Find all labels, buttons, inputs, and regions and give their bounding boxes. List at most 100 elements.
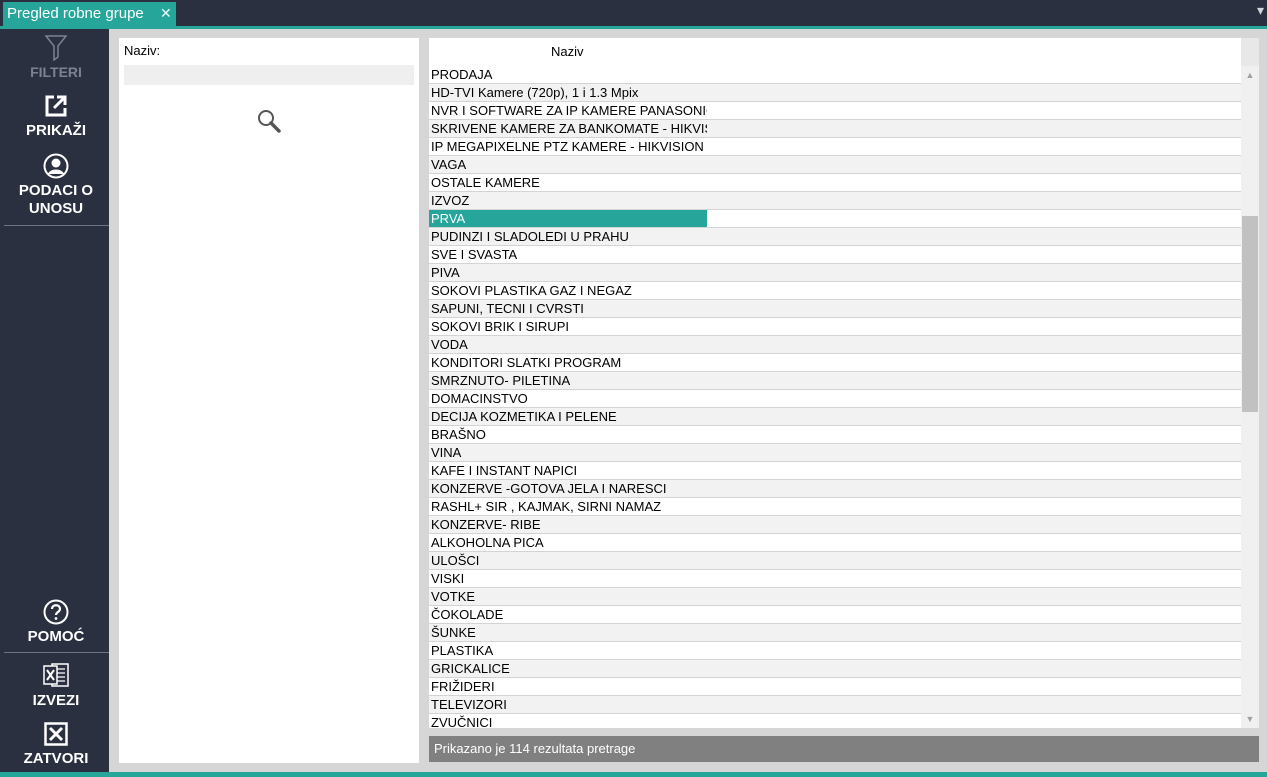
list-item-label: IZVOZ — [431, 193, 470, 208]
filter-icon — [45, 35, 67, 61]
list-item-label: VAGA — [431, 157, 467, 172]
podaci-o-unosu-button[interactable]: PODACI O UNOSU — [3, 153, 109, 218]
list-item[interactable]: PIVA — [429, 264, 1241, 282]
list-item[interactable]: SAPUNI, TECNI I CVRSTI — [429, 300, 1241, 318]
list-item[interactable]: KAFE I INSTANT NAPICI — [429, 462, 1241, 480]
list-item-label: SOKOVI PLASTIKA GAZ I NEGAZ — [431, 283, 632, 298]
izvezi-button[interactable]: IZVEZI — [3, 663, 109, 709]
sidebar-divider-2 — [4, 652, 109, 653]
pomoc-label: POMOĆ — [27, 628, 85, 645]
list-item-label: PUDINZI I SLADOLEDI U PRAHU — [431, 229, 629, 244]
title-bar: Pregled robne grupe ✕ ▾ — [0, 0, 1267, 27]
filteri-button[interactable]: FILTERI — [3, 35, 109, 80]
list-item[interactable]: DOMACINSTVO — [429, 390, 1241, 408]
list-item[interactable]: RASHL+ SIR , KAJMAK, SIRNI NAMAZ — [429, 498, 1241, 516]
list-item-label: KAFE I INSTANT NAPICI — [431, 463, 578, 478]
list-item[interactable]: HD-TVI Kamere (720p), 1 i 1.3 Mpix — [429, 84, 1241, 102]
list-item[interactable]: SMRZNUTO- PILETINA — [429, 372, 1241, 390]
list-item-label: OSTALE KAMERE — [431, 175, 540, 190]
sidebar: FILTERI PRIKAŽI PODACI O UNOSU POMOĆ IZV… — [0, 29, 109, 772]
list-item-label: KONZERVE- RIBE — [431, 517, 541, 532]
list-item-label: BRAŠNO — [431, 427, 486, 442]
zatvori-button[interactable]: ZATVORI — [3, 722, 109, 767]
list-item-label: ŠUNKE — [431, 625, 476, 640]
header-gutter — [1241, 38, 1259, 66]
list-item-label: ZVUČNICI — [431, 715, 493, 728]
list-item-label: VOTKE — [431, 589, 476, 604]
list-item[interactable]: KONDITORI SLATKI PROGRAM — [429, 354, 1241, 372]
scroll-up-icon[interactable]: ▲ — [1241, 68, 1259, 82]
list-item[interactable]: NVR I SOFTWARE ZA IP KAMERE PANASONIC — [429, 102, 1241, 120]
list-item[interactable]: FRIŽIDERI — [429, 678, 1241, 696]
izvezi-label: IZVEZI — [32, 692, 80, 709]
user-icon — [43, 153, 69, 179]
open-external-icon — [45, 95, 67, 117]
list-item[interactable]: IP MEGAPIXELNE PTZ KAMERE - HIKVISION — [429, 138, 1241, 156]
list-item[interactable]: BRAŠNO — [429, 426, 1241, 444]
list-item[interactable]: PRODAJA — [429, 66, 1241, 84]
list-item[interactable]: IZVOZ — [429, 192, 1241, 210]
list-item[interactable]: TELEVIZORI — [429, 696, 1241, 714]
window-menu-icon[interactable]: ▾ — [1257, 2, 1264, 19]
vertical-scrollbar[interactable]: ▲ ▼ — [1241, 66, 1259, 728]
list-item[interactable]: ULOŠCI — [429, 552, 1241, 570]
naziv-filter-input[interactable] — [124, 65, 414, 85]
list-item[interactable]: SOKOVI PLASTIKA GAZ I NEGAZ — [429, 282, 1241, 300]
list-item[interactable]: VOTKE — [429, 588, 1241, 606]
tab-close-icon[interactable]: ✕ — [160, 5, 172, 22]
list-item[interactable]: KONZERVE- RIBE — [429, 516, 1241, 534]
list-item-label: SAPUNI, TECNI I CVRSTI — [431, 301, 584, 316]
list-item[interactable]: KONZERVE -GOTOVA JELA I NARESCI — [429, 480, 1241, 498]
list-item[interactable]: GRICKALICE — [429, 660, 1241, 678]
list-item[interactable]: ZVUČNICI — [429, 714, 1241, 728]
list-item[interactable]: PRVA — [429, 210, 1241, 228]
excel-icon — [43, 663, 69, 687]
list-item-label: IP MEGAPIXELNE PTZ KAMERE - HIKVISION — [431, 139, 704, 154]
list-item-label: VISKI — [431, 571, 465, 586]
naziv-filter-label: Naziv: — [124, 43, 161, 58]
status-bar: Prikazano je 114 rezultata pretrage — [429, 736, 1259, 762]
search-button[interactable] — [256, 108, 282, 134]
prikazi-button[interactable]: PRIKAŽI — [3, 95, 109, 139]
list-item-label: VODA — [431, 337, 468, 352]
list-item-label: DECIJA KOZMETIKA I PELENE — [431, 409, 617, 424]
scroll-thumb[interactable] — [1242, 216, 1258, 412]
column-header-naziv[interactable]: Naziv — [429, 38, 1241, 66]
list-item-label: SOKOVI BRIK I SIRUPI — [431, 319, 569, 334]
list-item-label: ULOŠCI — [431, 553, 480, 568]
list-item-label: GRICKALICE — [431, 661, 510, 676]
scroll-down-icon[interactable]: ▼ — [1241, 712, 1259, 726]
filteri-label: FILTERI — [30, 64, 82, 80]
podaci-label: PODACI O UNOSU — [18, 182, 94, 217]
list-item[interactable]: PLASTIKA — [429, 642, 1241, 660]
list-item[interactable]: VODA — [429, 336, 1241, 354]
list-item[interactable]: PUDINZI I SLADOLEDI U PRAHU — [429, 228, 1241, 246]
filter-panel: Naziv: — [119, 38, 419, 763]
tab-pregled-robne-grupe[interactable]: Pregled robne grupe ✕ — [3, 2, 176, 26]
rows-container: PRODAJA HD-TVI Kamere (720p), 1 i 1.3 Mpi… — [429, 66, 1241, 728]
list-item[interactable]: DECIJA KOZMETIKA I PELENE — [429, 408, 1241, 426]
list-item[interactable]: SKRIVENE KAMERE ZA BANKOMATE - HIKVISION — [429, 120, 1241, 138]
zatvori-label: ZATVORI — [23, 750, 89, 767]
list-item[interactable]: SOKOVI BRIK I SIRUPI — [429, 318, 1241, 336]
list-item[interactable]: VAGA — [429, 156, 1241, 174]
list-item-label: SMRZNUTO- PILETINA — [431, 373, 571, 388]
list-item-label: KONZERVE -GOTOVA JELA I NARESCI — [431, 481, 667, 496]
list-item-label: HD-TVI Kamere (720p), 1 i 1.3 Mpix — [431, 85, 639, 100]
sidebar-divider — [4, 225, 109, 226]
list-item[interactable]: ŠUNKE — [429, 624, 1241, 642]
list-item[interactable]: VINA — [429, 444, 1241, 462]
list-item[interactable]: SVE I SVASTA — [429, 246, 1241, 264]
list-item[interactable]: ALKOHOLNA PICA — [429, 534, 1241, 552]
list-item-label: PIVA — [431, 265, 460, 280]
close-icon — [44, 722, 68, 746]
bottom-accent-line — [0, 772, 1267, 777]
list-item-label: ALKOHOLNA PICA — [431, 535, 544, 550]
list-item[interactable]: ČOKOLADE — [429, 606, 1241, 624]
tab-title: Pregled robne grupe — [7, 5, 144, 22]
list-item[interactable]: OSTALE KAMERE — [429, 174, 1241, 192]
list-item-label: ČOKOLADE — [431, 607, 504, 622]
pomoc-button[interactable]: POMOĆ — [3, 599, 109, 645]
list-item[interactable]: VISKI — [429, 570, 1241, 588]
list-item-label: NVR I SOFTWARE ZA IP KAMERE PANASONIC — [431, 103, 707, 118]
